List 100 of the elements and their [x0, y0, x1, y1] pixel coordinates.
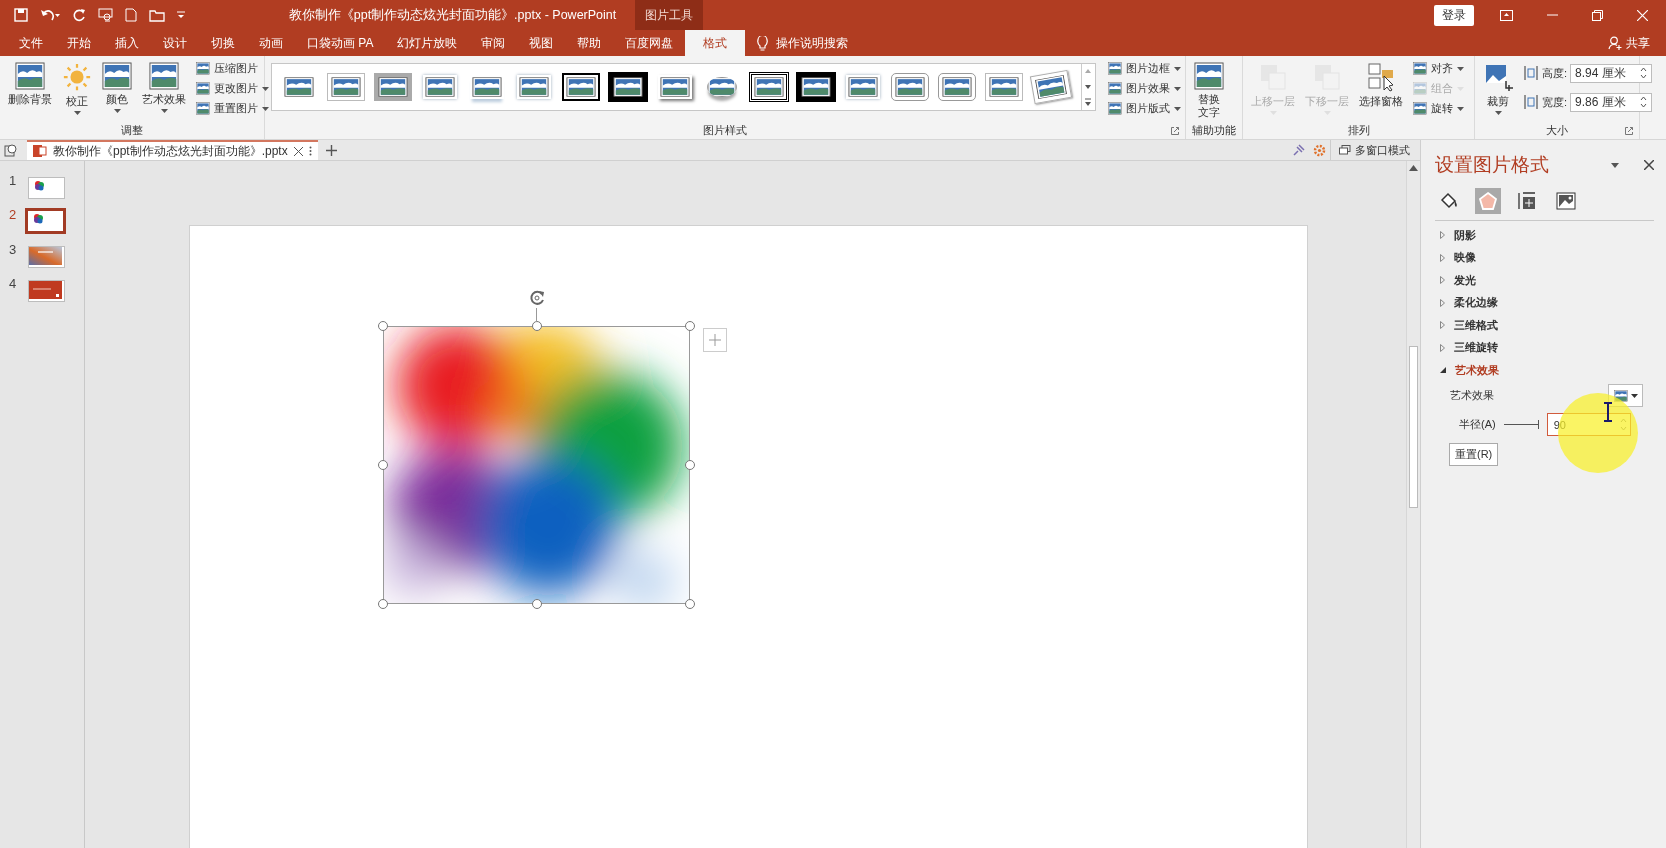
paint-bucket-icon: [1439, 191, 1459, 211]
ribbon-tab[interactable]: 切换: [199, 30, 247, 56]
slide-thumbnail[interactable]: [28, 246, 65, 268]
section-header[interactable]: 发光: [1421, 269, 1666, 292]
tell-me-search[interactable]: 操作说明搜索: [776, 34, 849, 52]
spinner-icon[interactable]: [1640, 67, 1648, 79]
document-tab[interactable]: 教你制作《ppt制作动态炫光封面功能》.pptx: [27, 140, 318, 160]
slide-thumbnail[interactable]: [28, 177, 65, 199]
resize-handle[interactable]: [378, 460, 388, 470]
share-button[interactable]: 共享: [1626, 34, 1650, 52]
ribbon-tab[interactable]: 插入: [103, 30, 151, 56]
picture-icon: [754, 77, 784, 97]
ribbon-tab[interactable]: 帮助: [565, 30, 614, 56]
resize-handle[interactable]: [685, 599, 695, 609]
resize-handle[interactable]: [685, 321, 695, 331]
section-header[interactable]: 三维旋转: [1421, 336, 1666, 359]
history-icon[interactable]: [4, 143, 17, 157]
ribbon-button[interactable]: 裁剪: [1479, 60, 1517, 117]
resize-handle[interactable]: [531, 321, 542, 331]
ribbon-button[interactable]: 更改图片: [196, 80, 269, 97]
resize-handle[interactable]: [531, 599, 542, 609]
ribbon-tab[interactable]: 动画: [247, 30, 295, 56]
ribbon-tab[interactable]: 百度网盘: [613, 30, 686, 56]
group-label: 图片样式: [703, 122, 747, 138]
spinner-icon[interactable]: [1640, 96, 1648, 108]
presentation-icon[interactable]: [98, 8, 113, 22]
ribbon-button[interactable]: 图片边框: [1108, 60, 1181, 77]
ribbon-tab[interactable]: 视图: [517, 30, 566, 56]
resize-handle[interactable]: [685, 460, 695, 470]
ribbon-tab[interactable]: 设计: [151, 30, 199, 56]
collapsed-icon: [1440, 343, 1445, 352]
ribbon-button[interactable]: 选择窗格: [1355, 60, 1407, 110]
picture-icon: [707, 77, 737, 97]
ribbon-button[interactable]: 颜色: [98, 60, 136, 115]
resize-handle[interactable]: [378, 599, 388, 609]
section-header[interactable]: 艺术效果: [1421, 359, 1666, 382]
crop-icon: [1483, 62, 1513, 92]
ribbon-tab[interactable]: 幻灯片放映: [385, 30, 470, 56]
ribbon-tab[interactable]: 文件: [7, 30, 55, 56]
pane-menu-icon[interactable]: [1611, 162, 1619, 168]
more-icon[interactable]: [308, 146, 312, 156]
ribbon-tab[interactable]: 开始: [55, 30, 103, 56]
customize-icon[interactable]: [177, 11, 185, 19]
reset-button[interactable]: 重置(R): [1449, 442, 1499, 466]
scrollbar-thumb[interactable]: [1409, 346, 1418, 508]
section-header[interactable]: 柔化边缘: [1421, 291, 1666, 314]
pin-icon[interactable]: [1292, 143, 1305, 157]
ribbon-button[interactable]: 替换文字: [1190, 60, 1228, 121]
ribbon-tab[interactable]: 审阅: [469, 30, 518, 56]
section-header[interactable]: 三维格式: [1421, 314, 1666, 337]
slide-thumbnail[interactable]: [25, 208, 66, 234]
ribbon-button[interactable]: 图片效果: [1108, 80, 1181, 97]
ribbon-tab[interactable]: 格式: [685, 30, 746, 56]
save-icon[interactable]: [14, 8, 28, 22]
resize-handle[interactable]: [378, 321, 388, 331]
picture-icon: [660, 77, 690, 97]
sign-in-button[interactable]: 登录: [1434, 4, 1474, 26]
redo-icon[interactable]: [72, 8, 86, 22]
ribbon-tab[interactable]: 口袋动画 PA: [295, 30, 386, 56]
slide-number: 2: [9, 207, 18, 222]
rotate-handle[interactable]: [527, 288, 547, 308]
caret-icon: [1630, 393, 1638, 398]
picture-icon: [102, 62, 132, 90]
restore-icon[interactable]: [1592, 9, 1603, 21]
ribbon-button[interactable]: 艺术效果: [138, 60, 190, 115]
dialog-launcher-icon[interactable]: [1171, 127, 1179, 135]
ribbon-display-icon[interactable]: [1500, 9, 1513, 21]
size-field[interactable]: 9.86 厘米: [1570, 92, 1653, 112]
folder-icon[interactable]: [149, 8, 165, 22]
caret-icon: [1457, 66, 1464, 71]
close-icon[interactable]: [1644, 160, 1654, 170]
windows-icon: [1339, 145, 1351, 155]
new-file-icon[interactable]: [125, 8, 137, 22]
slide-thumbnail[interactable]: [28, 280, 65, 302]
ribbon-button[interactable]: 对齐: [1413, 60, 1464, 77]
picture-style-gallery[interactable]: [271, 63, 1096, 111]
ribbon-button[interactable]: 图片版式: [1108, 100, 1181, 117]
field-label: 宽度:: [1542, 94, 1568, 110]
multi-window-button[interactable]: 多窗口模式: [1355, 142, 1410, 158]
gear-icon[interactable]: [1313, 143, 1326, 157]
dialog-launcher-icon[interactable]: [1625, 127, 1633, 135]
caret-icon: [1494, 111, 1502, 115]
picture-icon: [15, 62, 45, 90]
ribbon-button[interactable]: 压缩图片: [196, 60, 269, 77]
expanded-icon: [1440, 367, 1446, 374]
size-field[interactable]: 8.94 厘米: [1570, 63, 1653, 83]
picture-icon: [149, 62, 179, 90]
slide-number: 3: [9, 242, 18, 257]
size-position-icon: [1517, 191, 1537, 211]
ribbon-button[interactable]: 重置图片: [196, 100, 269, 117]
section-header[interactable]: 映像: [1421, 246, 1666, 269]
add-tab-icon[interactable]: [325, 144, 337, 156]
undo-icon[interactable]: [40, 8, 60, 22]
close-icon[interactable]: [293, 146, 303, 156]
vertical-scrollbar[interactable]: [1406, 161, 1420, 848]
ribbon-button[interactable]: 校正: [58, 60, 96, 117]
ribbon-button[interactable]: 删除背景: [4, 60, 56, 108]
field-label: 艺术效果: [1450, 388, 1494, 403]
ribbon-button[interactable]: 旋转: [1413, 100, 1464, 117]
section-header[interactable]: 阴影: [1421, 224, 1666, 247]
